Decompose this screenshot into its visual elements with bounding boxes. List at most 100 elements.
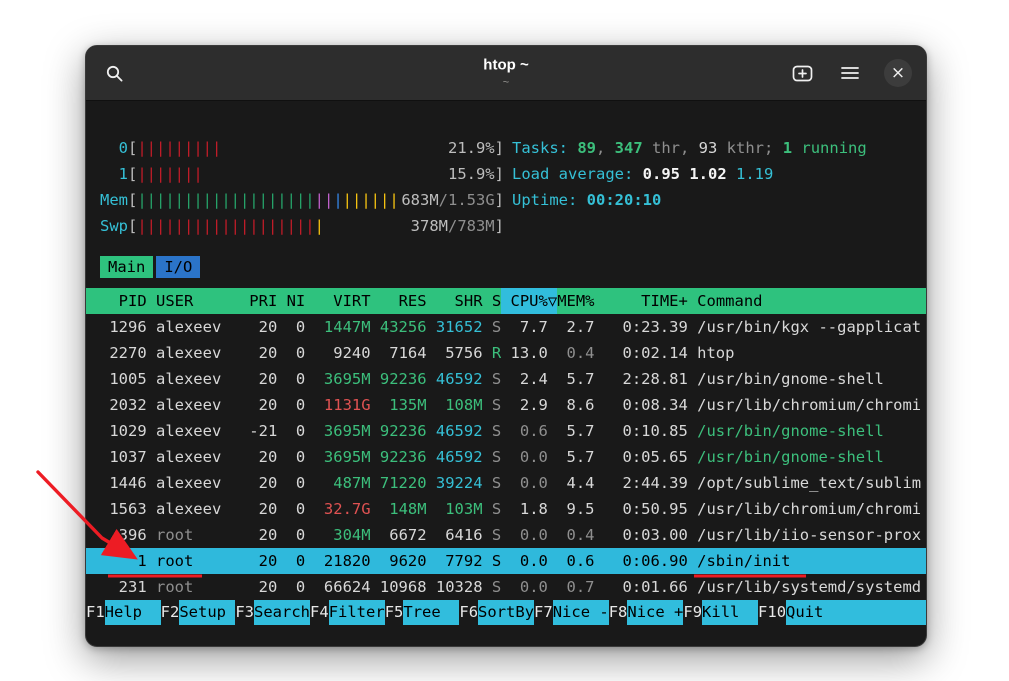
- cell-pri: 20: [240, 444, 277, 470]
- cell-cmd: /usr/bin/gnome-shell: [688, 444, 926, 470]
- bracket-open: [: [128, 187, 137, 213]
- cell-s: S: [483, 444, 502, 470]
- terminal-content: 0[|||||||||21.9%]1[|||||||15.9%]Mem[||||…: [86, 101, 926, 625]
- fkey-nice-[interactable]: F7Nice -: [534, 600, 609, 625]
- menu-icon: [841, 66, 859, 80]
- cell-shr: 7792: [427, 548, 483, 574]
- cell-cpu: 0.0: [501, 548, 557, 574]
- fkey-label: SortBy: [478, 600, 534, 625]
- fkey-number: F5: [385, 600, 404, 625]
- cell-s: S: [483, 548, 502, 574]
- cell-virt: 3695M: [305, 444, 370, 470]
- bracket-close: ]: [495, 187, 504, 213]
- window-headerbar: htop ~ ~ ×: [86, 46, 926, 101]
- system-summary: Tasks: 89, 347 thr, 93 kthr; 1 runningLo…: [504, 135, 912, 239]
- process-row[interactable]: 1446alexeev200487M7122039224S0.04.42:44.…: [86, 470, 926, 496]
- cell-cmd: htop: [688, 340, 926, 366]
- fkey-setup[interactable]: F2Setup: [161, 600, 236, 625]
- cell-res: 7164: [371, 340, 427, 366]
- cell-time: 0:50.95: [604, 496, 688, 522]
- cell-pri: 20: [240, 574, 277, 600]
- cell-cmd: /usr/bin/gnome-shell: [688, 366, 926, 392]
- new-tab-icon: [792, 65, 813, 82]
- cell-res: 92236: [371, 444, 427, 470]
- process-row[interactable]: 1005alexeev2003695M9223646592S2.45.72:28…: [86, 366, 926, 392]
- cell-res: 148M: [371, 496, 427, 522]
- cell-pri: 20: [240, 314, 277, 340]
- window-title-area: htop ~ ~: [483, 58, 528, 89]
- process-row[interactable]: 2270alexeev200924071645756R13.00.40:02.1…: [86, 340, 926, 366]
- column-header-virt[interactable]: VIRT: [305, 288, 370, 314]
- bracket-close: ]: [495, 161, 504, 187]
- cell-user: alexeev: [147, 366, 240, 392]
- fkey-label: Kill: [702, 600, 758, 625]
- cell-virt: 487M: [305, 470, 370, 496]
- load-average: Load average: 0.95 1.02 1.19: [512, 161, 912, 187]
- column-header-shr[interactable]: SHR: [427, 288, 483, 314]
- process-row[interactable]: 1296alexeev2001447M4325631652S7.72.70:23…: [86, 314, 926, 340]
- cell-user: alexeev: [147, 444, 240, 470]
- column-header-ni[interactable]: NI: [277, 288, 305, 314]
- fkey-filter[interactable]: F4Filter: [310, 600, 385, 625]
- cell-pri: 20: [240, 548, 277, 574]
- process-row[interactable]: 396root200304M66726416S0.00.40:03.00/usr…: [86, 522, 926, 548]
- column-header-pid[interactable]: PID: [100, 288, 147, 314]
- tasks-summary: Tasks: 89, 347 thr, 93 kthr; 1 running: [512, 135, 912, 161]
- fkey-help[interactable]: F1Help: [86, 600, 161, 625]
- tab-io[interactable]: I/O: [156, 256, 200, 278]
- search-button[interactable]: [98, 57, 130, 89]
- fkey-quit[interactable]: F10Quit: [758, 600, 842, 625]
- column-header-res[interactable]: RES: [371, 288, 427, 314]
- fkey-number: F8: [609, 600, 628, 625]
- column-header-pri[interactable]: PRI: [240, 288, 277, 314]
- fkey-kill[interactable]: F9Kill: [683, 600, 758, 625]
- cell-time: 0:05.65: [604, 444, 688, 470]
- close-button[interactable]: ×: [882, 57, 914, 89]
- cell-pid: 1563: [100, 496, 147, 522]
- column-header-mem[interactable]: MEM%: [557, 288, 604, 314]
- swap-meter: Swp[||||||||||||||||||||378M/783M]: [100, 213, 504, 239]
- cell-user: alexeev: [147, 496, 240, 522]
- fkeys-filler: [842, 600, 926, 625]
- process-row[interactable]: 1029alexeev-2103695M9223646592S0.65.70:1…: [86, 418, 926, 444]
- fkey-tree[interactable]: F5Tree: [385, 600, 460, 625]
- fkey-nice-[interactable]: F8Nice +: [609, 600, 684, 625]
- cell-ni: 0: [277, 574, 305, 600]
- cell-ni: 0: [277, 340, 305, 366]
- cell-time: 0:23.39: [604, 314, 688, 340]
- process-row[interactable]: 2032alexeev2001131G135M108MS2.98.60:08.3…: [86, 392, 926, 418]
- cell-pri: 20: [240, 522, 277, 548]
- cell-user: alexeev: [147, 392, 240, 418]
- menu-button[interactable]: [834, 57, 866, 89]
- cell-pri: 20: [240, 366, 277, 392]
- column-header-cpu[interactable]: CPU%▽: [501, 288, 557, 314]
- tab-main[interactable]: Main: [100, 256, 153, 278]
- process-row[interactable]: 1037alexeev2003695M9223646592S0.05.70:05…: [86, 444, 926, 470]
- new-tab-button[interactable]: [786, 57, 818, 89]
- column-header-cmd[interactable]: Command: [688, 288, 926, 314]
- column-header-user[interactable]: USER: [147, 288, 240, 314]
- cell-time: 0:10.85: [604, 418, 688, 444]
- cell-res: 135M: [371, 392, 427, 418]
- column-header-s[interactable]: S: [483, 288, 502, 314]
- memory-meter: Mem[||||||||||||||||||||||||||||683M/1.5…: [100, 187, 504, 213]
- cell-ni: 0: [277, 418, 305, 444]
- cell-mem: 0.6: [557, 548, 604, 574]
- cell-ni: 0: [277, 548, 305, 574]
- column-header-time[interactable]: TIME+: [604, 288, 688, 314]
- process-row-selected[interactable]: 1root2002182096207792S0.00.60:06.90/sbin…: [86, 548, 926, 574]
- process-table: 1296alexeev2001447M4325631652S7.72.70:23…: [86, 314, 926, 600]
- cell-shr: 31652: [427, 314, 483, 340]
- cell-s: R: [483, 340, 502, 366]
- cell-cpu: 13.0: [501, 340, 557, 366]
- cell-pid: 1: [100, 548, 147, 574]
- cell-user: alexeev: [147, 340, 240, 366]
- fkey-search[interactable]: F3Search: [235, 600, 310, 625]
- process-row[interactable]: 231root200666241096810328S0.00.70:01.66/…: [86, 574, 926, 600]
- fkey-number: F9: [683, 600, 702, 625]
- cell-cpu: 1.8: [501, 496, 557, 522]
- fkey-sortby[interactable]: F6SortBy: [459, 600, 534, 625]
- cell-res: 43256: [371, 314, 427, 340]
- process-row[interactable]: 1563alexeev20032.7G148M103MS1.89.50:50.9…: [86, 496, 926, 522]
- cell-ni: 0: [277, 366, 305, 392]
